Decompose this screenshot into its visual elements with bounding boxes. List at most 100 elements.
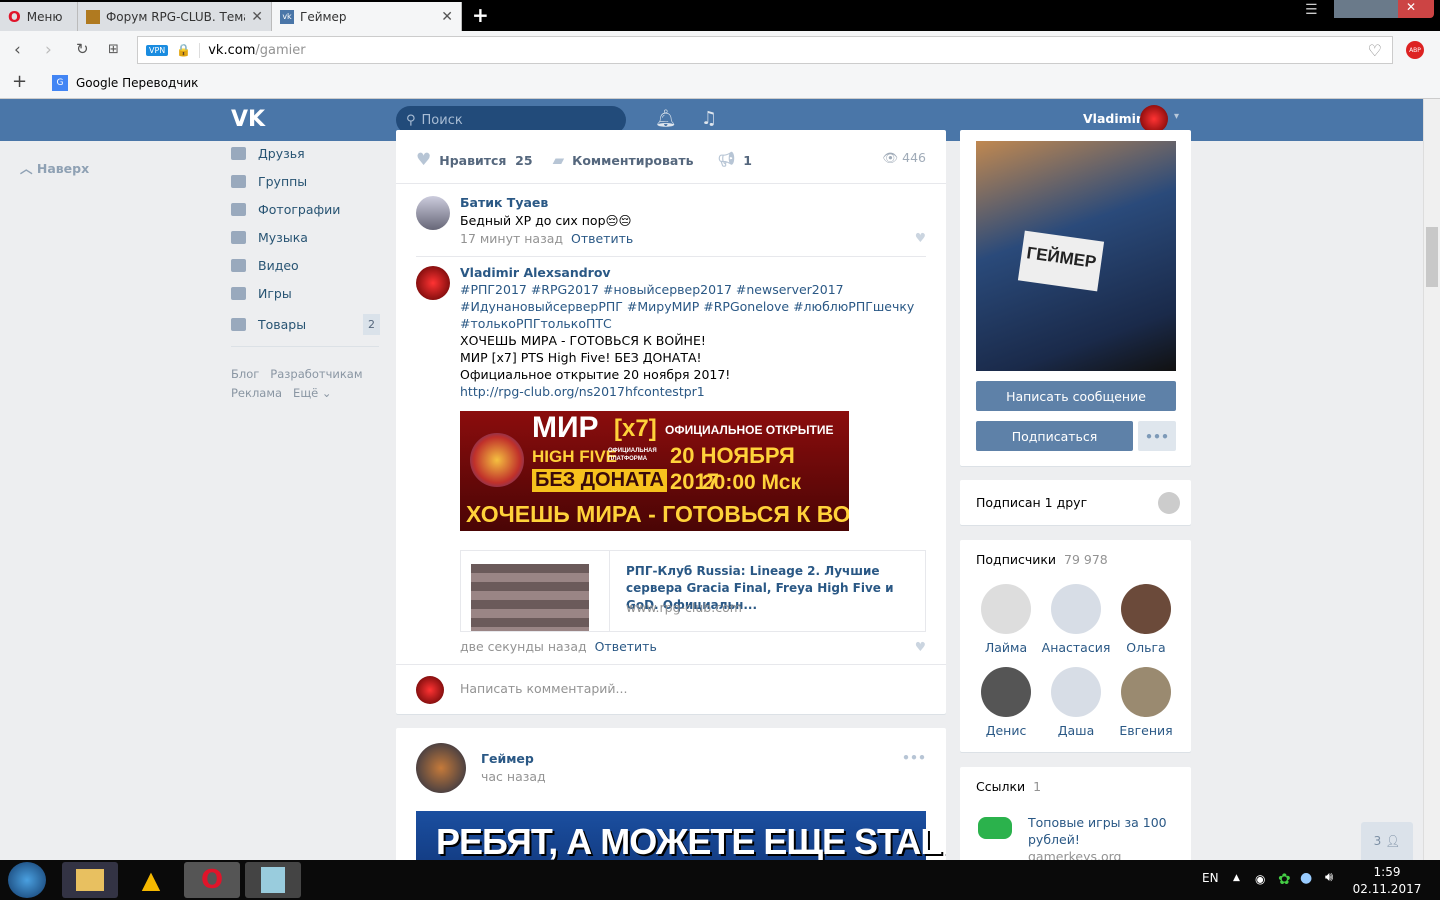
- footer-link-more[interactable]: Ещё ⌄: [293, 386, 331, 400]
- tray-expand-icon[interactable]: ▲: [1233, 873, 1240, 883]
- vpn-badge[interactable]: VPN: [146, 44, 169, 56]
- comment-icon[interactable]: ▰: [553, 151, 565, 169]
- steam-icon[interactable]: ●: [1300, 870, 1312, 886]
- app-taskbar-icon[interactable]: ▲: [123, 862, 179, 898]
- follower[interactable]: Даша: [1041, 667, 1111, 738]
- chat-online-button[interactable]: 3 👤︎: [1361, 822, 1413, 860]
- friends-subscribed[interactable]: Подписан 1 друг: [960, 480, 1191, 525]
- url-input[interactable]: VPN 🔒 vk.com/gamier ♡: [137, 36, 1393, 64]
- hashtags[interactable]: #РПГ2017 #RPG2017 #новыйсервер2017 #news…: [460, 281, 930, 298]
- friend-avatar[interactable]: [1158, 492, 1180, 514]
- footer-link-blog[interactable]: Блог: [231, 367, 259, 381]
- follower-name: Денис: [985, 723, 1027, 738]
- notifications-bell-icon[interactable]: 🔔︎: [655, 109, 677, 129]
- group-avatar[interactable]: [416, 743, 466, 793]
- sidebar-item-groups[interactable]: Группы: [231, 174, 307, 189]
- menu-label: Меню: [26, 9, 63, 24]
- follower[interactable]: Евгения: [1111, 667, 1181, 738]
- links-title[interactable]: Ссылки: [976, 779, 1025, 794]
- comment-time[interactable]: 17 минут назад: [460, 231, 563, 246]
- bookmark-google-translate[interactable]: G Google Переводчик: [52, 75, 198, 91]
- back-to-top-button[interactable]: ︿ Наверх: [20, 158, 89, 177]
- opera-taskbar-icon[interactable]: O: [184, 862, 240, 898]
- discord-icon[interactable]: ◉: [1255, 872, 1265, 886]
- scrollbar-thumb[interactable]: [1426, 227, 1438, 287]
- sidebar-item-photos[interactable]: Фотографии: [231, 202, 340, 217]
- scrollbar[interactable]: [1423, 99, 1440, 860]
- subscribe-button[interactable]: Подписаться: [976, 421, 1133, 451]
- heart-bookmark-icon[interactable]: ♡: [1368, 41, 1382, 60]
- share-megaphone-icon[interactable]: 📢︎: [718, 152, 736, 168]
- add-bookmark-icon[interactable]: +: [12, 71, 27, 92]
- commenter-avatar[interactable]: [416, 196, 450, 230]
- chevron-down-icon[interactable]: ▾: [1174, 111, 1179, 122]
- link-title: Топовые игры за 100 рублей!: [1028, 815, 1167, 847]
- tab-label: Форум RPG-CLUB. Тема: I: [105, 9, 245, 24]
- comment-author[interactable]: Vladimir Alexsandrov: [460, 264, 930, 281]
- forward-icon[interactable]: ›: [45, 40, 52, 60]
- follower[interactable]: Анастасия: [1041, 584, 1111, 655]
- icq-icon[interactable]: ✿: [1278, 870, 1291, 888]
- hashtags[interactable]: #толькоРПГтолькоПТС: [460, 315, 930, 332]
- post-author[interactable]: Геймер: [481, 751, 534, 766]
- tab-gamer[interactable]: vk Геймер ✕: [272, 2, 462, 31]
- language-indicator[interactable]: EN: [1202, 871, 1219, 885]
- views-count: 446: [902, 150, 926, 165]
- close-tab-icon[interactable]: ✕: [251, 9, 263, 25]
- vk-logo[interactable]: VK: [231, 107, 265, 132]
- commenter-avatar[interactable]: [416, 266, 450, 300]
- user-name[interactable]: Vladimir: [1083, 111, 1142, 126]
- music-icon[interactable]: ♫: [701, 108, 717, 129]
- sidebar-item-goods[interactable]: Товары 2: [231, 314, 380, 335]
- heart-icon[interactable]: ♥: [416, 150, 431, 170]
- send-message-button[interactable]: Написать сообщение: [976, 381, 1176, 411]
- new-tab-button[interactable]: +: [472, 3, 489, 27]
- link-snippet[interactable]: РПГ-Клуб Russia: Lineage 2. Лучшие серве…: [460, 550, 926, 632]
- follower-avatar: [1121, 667, 1171, 717]
- comment-like-icon[interactable]: ♥: [915, 230, 926, 245]
- profile-photo[interactable]: ГЕЙМЕР: [976, 141, 1176, 371]
- user-avatar[interactable]: [1140, 105, 1168, 133]
- comment-link[interactable]: http://rpg-club.org/ns2017hfcontestpr1: [460, 383, 930, 400]
- clock[interactable]: 1:59 02.11.2017: [1352, 864, 1422, 898]
- banner-sub: HIGH FIVE: [532, 447, 618, 466]
- comment-button[interactable]: Комментировать: [572, 153, 693, 168]
- notepad-taskbar-icon[interactable]: [245, 862, 301, 898]
- sidebar-item-friends[interactable]: Друзья: [231, 146, 305, 161]
- post-time[interactable]: час назад: [481, 769, 546, 784]
- hashtags[interactable]: #ИдунановыйсерверРПГ #МируМИР #RPGonelov…: [460, 298, 930, 315]
- comment-like-icon[interactable]: ♥: [915, 639, 926, 654]
- opera-menu-button[interactable]: O Меню: [0, 2, 78, 31]
- comment-input[interactable]: Написать комментарий...: [460, 681, 920, 696]
- explorer-taskbar-icon[interactable]: [62, 862, 118, 898]
- start-button[interactable]: [8, 862, 46, 898]
- like-button[interactable]: Нравится 25: [439, 153, 532, 168]
- promo-banner-image[interactable]: МИР [x7] HIGH FIVE ОФИЦИАЛЬНАЯ ПЛАТФОРМА…: [460, 411, 849, 531]
- favicon-icon: [86, 9, 100, 24]
- close-tab-icon[interactable]: ✕: [441, 9, 453, 25]
- sidebar-item-video[interactable]: Видео: [231, 258, 299, 273]
- more-actions-button[interactable]: •••: [1138, 421, 1176, 451]
- reply-button[interactable]: Ответить: [571, 231, 633, 246]
- follower[interactable]: Денис: [971, 667, 1041, 738]
- footer-link-developers[interactable]: Разработчикам: [270, 367, 362, 381]
- volume-icon[interactable]: 🔊︎: [1325, 870, 1333, 885]
- reload-icon[interactable]: ↻: [76, 40, 89, 58]
- back-icon[interactable]: ‹: [14, 40, 21, 60]
- tab-forum[interactable]: Форум RPG-CLUB. Тема: I ✕: [78, 2, 272, 31]
- followers-title[interactable]: Подписчики: [976, 552, 1056, 567]
- speed-dial-icon[interactable]: ⊞: [108, 42, 119, 57]
- follower[interactable]: Ольга: [1111, 584, 1181, 655]
- more-options-icon[interactable]: •••: [902, 750, 926, 765]
- sidebar-item-games[interactable]: Игры: [231, 286, 292, 301]
- tab-menu-icon[interactable]: ☰: [1305, 2, 1318, 18]
- link-item[interactable]: Топовые игры за 100 рублей! gamerkeys.org: [1028, 814, 1178, 865]
- adblock-icon[interactable]: ABP: [1406, 41, 1424, 59]
- comment-time[interactable]: две секунды назад: [460, 639, 587, 654]
- sidebar-item-music[interactable]: Музыка: [231, 230, 308, 245]
- window-controls[interactable]: ✕: [1334, 0, 1434, 18]
- follower[interactable]: Лайма: [971, 584, 1041, 655]
- reply-button[interactable]: Ответить: [595, 639, 657, 654]
- comment-author[interactable]: Батик Туаев: [460, 194, 633, 212]
- footer-link-ads[interactable]: Реклама: [231, 386, 282, 400]
